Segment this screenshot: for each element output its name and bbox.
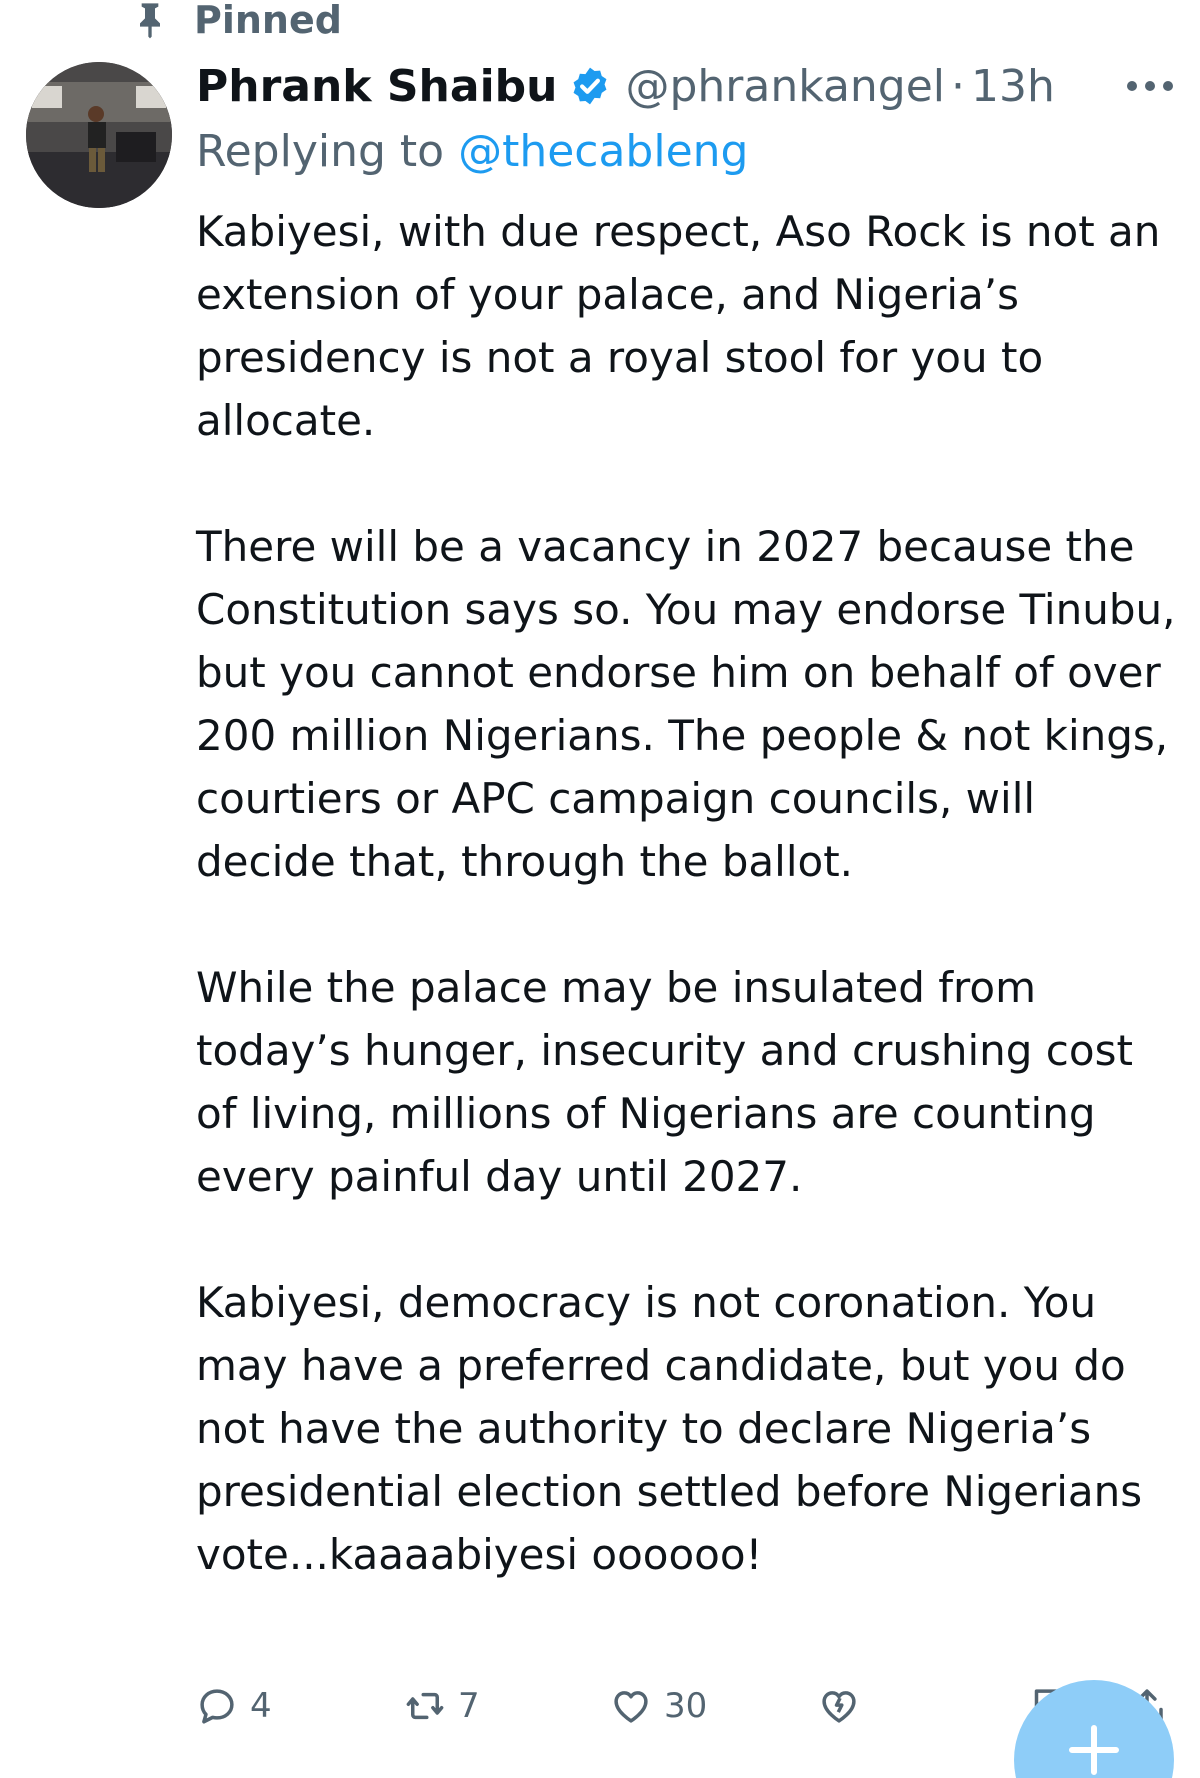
- author-handle[interactable]: @phrankangel: [625, 61, 945, 112]
- reply-icon: [200, 1689, 234, 1724]
- replying-to-handle[interactable]: @thecableng: [458, 126, 748, 177]
- tweet-text: Kabiyesi, with due respect, Aso Rock is …: [196, 200, 1176, 1586]
- tweet-timestamp[interactable]: 13h: [971, 61, 1055, 112]
- pinned-label: Pinned: [194, 0, 342, 42]
- repost-button[interactable]: 7: [404, 1676, 480, 1736]
- author-name[interactable]: Phrank Shaibu: [196, 61, 557, 112]
- tweet-paragraph: While the palace may be insulated from t…: [196, 963, 1133, 1201]
- replying-to: Replying to @thecableng: [196, 124, 748, 180]
- like-count: 30: [664, 1686, 708, 1726]
- tweet-paragraph: There will be a vacancy in 2027 because …: [196, 522, 1176, 886]
- separator-dot: ·: [951, 60, 966, 112]
- tweet-header: Phrank Shaibu @phrankangel · 13h: [196, 58, 1055, 114]
- more-options-icon[interactable]: [1124, 78, 1176, 94]
- replying-to-label: Replying to: [196, 126, 445, 177]
- reply-button[interactable]: 4: [196, 1676, 272, 1736]
- pinned-indicator: Pinned: [128, 0, 342, 40]
- reply-count: 4: [250, 1686, 272, 1726]
- plus-icon: [1069, 1725, 1119, 1775]
- tip-button[interactable]: [818, 1676, 860, 1736]
- repost-count: 7: [458, 1686, 480, 1726]
- broken-heart-icon: [822, 1691, 856, 1723]
- repost-icon: [406, 1692, 444, 1720]
- like-button[interactable]: 30: [610, 1676, 707, 1736]
- tweet-paragraph: Kabiyesi, democracy is not coronation. Y…: [196, 1278, 1143, 1579]
- heart-icon: [614, 1691, 648, 1723]
- tweet-paragraph: Kabiyesi, with due respect, Aso Rock is …: [196, 207, 1161, 445]
- verified-badge-icon: [574, 67, 607, 105]
- pin-icon: [140, 3, 160, 39]
- avatar-image: [26, 62, 172, 208]
- avatar[interactable]: [26, 62, 172, 208]
